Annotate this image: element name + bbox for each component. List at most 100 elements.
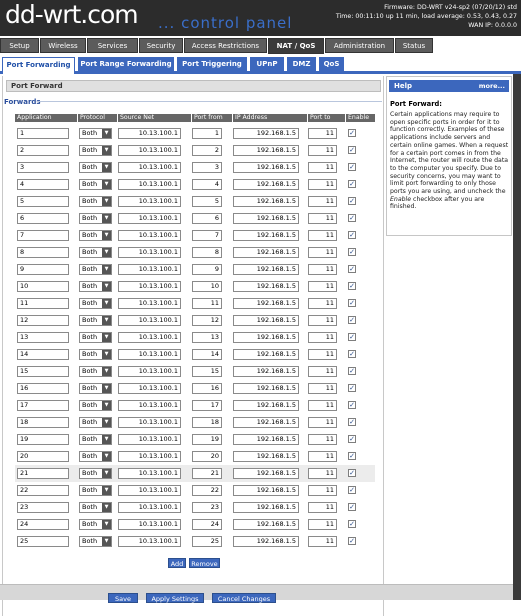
port-to-field[interactable]: 11 bbox=[308, 315, 337, 326]
enable-checkbox[interactable]: ✓ bbox=[348, 367, 356, 375]
ip-address-field[interactable]: 192.168.1.5 bbox=[233, 298, 299, 309]
subtab-qos[interactable]: QoS bbox=[319, 57, 344, 72]
port-to-field[interactable]: 11 bbox=[308, 519, 337, 530]
source-net-field[interactable]: 10.13.100.1 bbox=[118, 502, 181, 513]
ip-address-field[interactable]: 192.168.1.5 bbox=[233, 315, 299, 326]
add-button[interactable]: Add bbox=[168, 558, 186, 568]
port-from-field[interactable]: 15 bbox=[192, 366, 222, 377]
ip-address-field[interactable]: 192.168.1.5 bbox=[233, 196, 299, 207]
source-net-field[interactable]: 10.13.100.1 bbox=[118, 332, 181, 343]
port-from-field[interactable]: 4 bbox=[192, 179, 222, 190]
source-net-field[interactable]: 10.13.100.1 bbox=[118, 400, 181, 411]
application-field[interactable]: 17 bbox=[17, 400, 69, 411]
source-net-field[interactable]: 10.13.100.1 bbox=[118, 519, 181, 530]
source-net-field[interactable]: 10.13.100.1 bbox=[118, 451, 181, 462]
application-field[interactable]: 24 bbox=[17, 519, 69, 530]
protocol-select[interactable]: Both ▼ bbox=[79, 434, 112, 445]
ip-address-field[interactable]: 192.168.1.5 bbox=[233, 128, 299, 139]
enable-checkbox[interactable]: ✓ bbox=[348, 452, 356, 460]
enable-checkbox[interactable]: ✓ bbox=[348, 401, 356, 409]
subtab-port-triggering[interactable]: Port Triggering bbox=[177, 57, 247, 72]
port-to-field[interactable]: 11 bbox=[308, 264, 337, 275]
source-net-field[interactable]: 10.13.100.1 bbox=[118, 247, 181, 258]
application-field[interactable]: 1 bbox=[17, 128, 69, 139]
source-net-field[interactable]: 10.13.100.1 bbox=[118, 417, 181, 428]
ip-address-field[interactable]: 192.168.1.5 bbox=[233, 468, 299, 479]
port-to-field[interactable]: 11 bbox=[308, 468, 337, 479]
port-to-field[interactable]: 11 bbox=[308, 400, 337, 411]
port-to-field[interactable]: 11 bbox=[308, 332, 337, 343]
application-field[interactable]: 6 bbox=[17, 213, 69, 224]
protocol-select[interactable]: Both ▼ bbox=[79, 281, 112, 292]
application-field[interactable]: 16 bbox=[17, 383, 69, 394]
source-net-field[interactable]: 10.13.100.1 bbox=[118, 366, 181, 377]
port-to-field[interactable]: 11 bbox=[308, 145, 337, 156]
port-from-field[interactable]: 6 bbox=[192, 213, 222, 224]
port-from-field[interactable]: 20 bbox=[192, 451, 222, 462]
application-field[interactable]: 18 bbox=[17, 417, 69, 428]
source-net-field[interactable]: 10.13.100.1 bbox=[118, 213, 181, 224]
ip-address-field[interactable]: 192.168.1.5 bbox=[233, 247, 299, 258]
port-from-field[interactable]: 23 bbox=[192, 502, 222, 513]
protocol-select[interactable]: Both ▼ bbox=[79, 485, 112, 496]
source-net-field[interactable]: 10.13.100.1 bbox=[118, 281, 181, 292]
port-to-field[interactable]: 11 bbox=[308, 179, 337, 190]
protocol-select[interactable]: Both ▼ bbox=[79, 213, 112, 224]
application-field[interactable]: 3 bbox=[17, 162, 69, 173]
source-net-field[interactable]: 10.13.100.1 bbox=[118, 145, 181, 156]
enable-checkbox[interactable]: ✓ bbox=[348, 197, 356, 205]
port-from-field[interactable]: 14 bbox=[192, 349, 222, 360]
application-field[interactable]: 20 bbox=[17, 451, 69, 462]
tab-services[interactable]: Services bbox=[87, 38, 138, 53]
source-net-field[interactable]: 10.13.100.1 bbox=[118, 230, 181, 241]
enable-checkbox[interactable]: ✓ bbox=[348, 537, 356, 545]
ip-address-field[interactable]: 192.168.1.5 bbox=[233, 417, 299, 428]
port-from-field[interactable]: 10 bbox=[192, 281, 222, 292]
protocol-select[interactable]: Both ▼ bbox=[79, 502, 112, 513]
enable-checkbox[interactable]: ✓ bbox=[348, 129, 356, 137]
help-more-link[interactable]: more... bbox=[479, 80, 505, 92]
source-net-field[interactable]: 10.13.100.1 bbox=[118, 128, 181, 139]
enable-checkbox[interactable]: ✓ bbox=[348, 265, 356, 273]
ip-address-field[interactable]: 192.168.1.5 bbox=[233, 519, 299, 530]
application-field[interactable]: 14 bbox=[17, 349, 69, 360]
application-field[interactable]: 25 bbox=[17, 536, 69, 547]
port-from-field[interactable]: 19 bbox=[192, 434, 222, 445]
port-from-field[interactable]: 18 bbox=[192, 417, 222, 428]
protocol-select[interactable]: Both ▼ bbox=[79, 332, 112, 343]
port-to-field[interactable]: 11 bbox=[308, 213, 337, 224]
tab-access-restrictions[interactable]: Access Restrictions bbox=[184, 38, 267, 53]
enable-checkbox[interactable]: ✓ bbox=[348, 282, 356, 290]
save-button[interactable]: Save bbox=[108, 593, 138, 603]
application-field[interactable]: 12 bbox=[17, 315, 69, 326]
protocol-select[interactable]: Both ▼ bbox=[79, 451, 112, 462]
cancel-changes-button[interactable]: Cancel Changes bbox=[212, 593, 276, 603]
tab-administration[interactable]: Administration bbox=[325, 38, 394, 53]
tab-security[interactable]: Security bbox=[139, 38, 183, 53]
tab-nat-qos[interactable]: NAT / QoS bbox=[268, 38, 324, 54]
port-to-field[interactable]: 11 bbox=[308, 349, 337, 360]
protocol-select[interactable]: Both ▼ bbox=[79, 145, 112, 156]
protocol-select[interactable]: Both ▼ bbox=[79, 349, 112, 360]
source-net-field[interactable]: 10.13.100.1 bbox=[118, 383, 181, 394]
enable-checkbox[interactable]: ✓ bbox=[348, 503, 356, 511]
application-field[interactable]: 2 bbox=[17, 145, 69, 156]
port-from-field[interactable]: 13 bbox=[192, 332, 222, 343]
port-from-field[interactable]: 21 bbox=[192, 468, 222, 479]
port-to-field[interactable]: 11 bbox=[308, 196, 337, 207]
enable-checkbox[interactable]: ✓ bbox=[348, 469, 356, 477]
source-net-field[interactable]: 10.13.100.1 bbox=[118, 264, 181, 275]
ip-address-field[interactable]: 192.168.1.5 bbox=[233, 213, 299, 224]
port-from-field[interactable]: 3 bbox=[192, 162, 222, 173]
application-field[interactable]: 10 bbox=[17, 281, 69, 292]
port-to-field[interactable]: 11 bbox=[308, 366, 337, 377]
port-to-field[interactable]: 11 bbox=[308, 281, 337, 292]
application-field[interactable]: 8 bbox=[17, 247, 69, 258]
protocol-select[interactable]: Both ▼ bbox=[79, 468, 112, 479]
application-field[interactable]: 23 bbox=[17, 502, 69, 513]
port-to-field[interactable]: 11 bbox=[308, 230, 337, 241]
enable-checkbox[interactable]: ✓ bbox=[348, 180, 356, 188]
port-from-field[interactable]: 9 bbox=[192, 264, 222, 275]
source-net-field[interactable]: 10.13.100.1 bbox=[118, 162, 181, 173]
port-from-field[interactable]: 5 bbox=[192, 196, 222, 207]
